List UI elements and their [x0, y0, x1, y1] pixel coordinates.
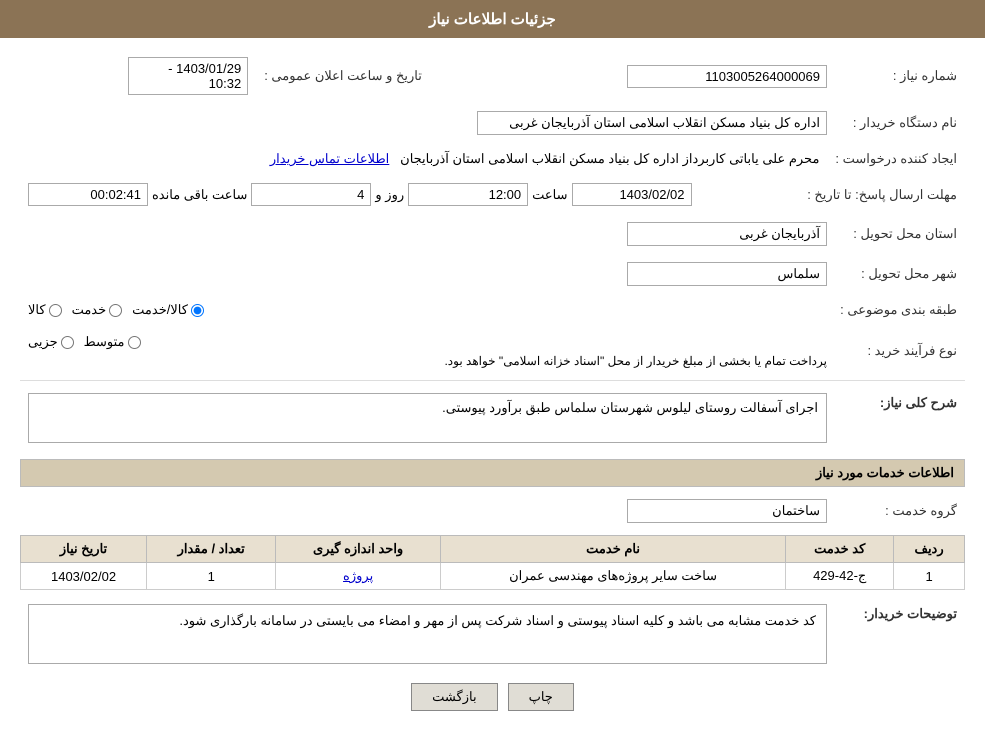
- process-option-medium[interactable]: متوسط: [84, 334, 141, 350]
- print-button[interactable]: چاپ: [508, 683, 574, 711]
- page-title: جزئیات اطلاعات نیاز: [429, 11, 556, 28]
- deadline-date: 1403/02/02: [572, 183, 692, 206]
- category-label: طبقه بندی موضوعی :: [832, 298, 965, 322]
- city-value: سلماس: [627, 262, 827, 286]
- col-name: نام خدمت: [440, 536, 785, 563]
- cell-date: 1403/02/02: [21, 563, 147, 590]
- buyer-value: اداره کل بنیاد مسکن انقلاب اسلامی استان …: [477, 111, 827, 135]
- process-option-minor[interactable]: جزیی: [28, 334, 74, 350]
- category-option-service[interactable]: خدمت: [72, 302, 123, 318]
- contact-link[interactable]: اطلاعات تماس خریدار: [270, 151, 389, 166]
- cell-code: ج-42-429: [786, 563, 894, 590]
- process-note: پرداخت تمام یا بخشی از مبلغ خریدار از مح…: [28, 354, 827, 368]
- col-qty: تعداد / مقدار: [147, 536, 276, 563]
- col-date: تاریخ نیاز: [21, 536, 147, 563]
- date-time-label: تاریخ و ساعت اعلان عمومی :: [256, 53, 430, 99]
- service-group-label: گروه خدمت :: [835, 495, 965, 527]
- province-label: استان محل تحویل :: [835, 218, 965, 250]
- date-time-value: 1403/01/29 - 10:32: [128, 57, 248, 95]
- col-unit: واحد اندازه گیری: [276, 536, 441, 563]
- col-code: کد خدمت: [786, 536, 894, 563]
- creator-label: ایجاد کننده درخواست :: [827, 147, 965, 171]
- buyer-notes-label: توضیحات خریدار:: [864, 606, 957, 621]
- deadline-days: 4: [251, 183, 371, 206]
- page-header: جزئیات اطلاعات نیاز: [0, 0, 985, 38]
- city-label: شهر محل تحویل :: [835, 258, 965, 290]
- province-value: آذربایجان غربی: [627, 222, 827, 246]
- button-row: چاپ بازگشت: [20, 683, 965, 711]
- category-option-goods[interactable]: کالا: [28, 302, 62, 318]
- cell-row: 1: [894, 563, 965, 590]
- deadline-time-label: ساعت: [532, 187, 567, 203]
- deadline-time: 12:00: [408, 183, 528, 206]
- process-label: نوع فرآیند خرید :: [835, 330, 965, 372]
- need-number-value: 1103005264000069: [627, 65, 827, 88]
- col-row: ردیف: [894, 536, 965, 563]
- description-section-label: شرح کلی نیاز:: [880, 395, 957, 410]
- cell-name: ساخت سایر پروژه‌های مهندسی عمران: [440, 563, 785, 590]
- cell-qty: 1: [147, 563, 276, 590]
- description-value: اجرای آسفالت روستای لیلوس شهرستان سلماس …: [28, 393, 827, 443]
- back-button[interactable]: بازگشت: [411, 683, 497, 711]
- buyer-notes-value: کد خدمت مشابه می باشد و کلیه اسناد پیوست…: [28, 604, 827, 664]
- creator-value: محرم علی یاباتی کاربرداز اداره کل بنیاد …: [400, 151, 819, 166]
- category-option-goods-services[interactable]: کالا/خدمت: [132, 302, 204, 318]
- deadline-remaining: 00:02:41: [28, 183, 148, 206]
- need-number-label: شماره نیاز :: [835, 53, 965, 99]
- cell-unit: پروژه: [276, 563, 441, 590]
- buyer-label: نام دستگاه خریدار :: [835, 107, 965, 139]
- deadline-remaining-label: ساعت باقی مانده: [152, 187, 247, 203]
- deadline-label: مهلت ارسال پاسخ: تا تاریخ :: [799, 179, 965, 210]
- table-row: 1 ج-42-429 ساخت سایر پروژه‌های مهندسی عم…: [21, 563, 965, 590]
- deadline-days-label: روز و: [375, 187, 404, 203]
- services-table: ردیف کد خدمت نام خدمت واحد اندازه گیری ت…: [20, 535, 965, 590]
- services-section-label: اطلاعات خدمات مورد نیاز: [20, 459, 965, 487]
- service-group-value: ساختمان: [627, 499, 827, 523]
